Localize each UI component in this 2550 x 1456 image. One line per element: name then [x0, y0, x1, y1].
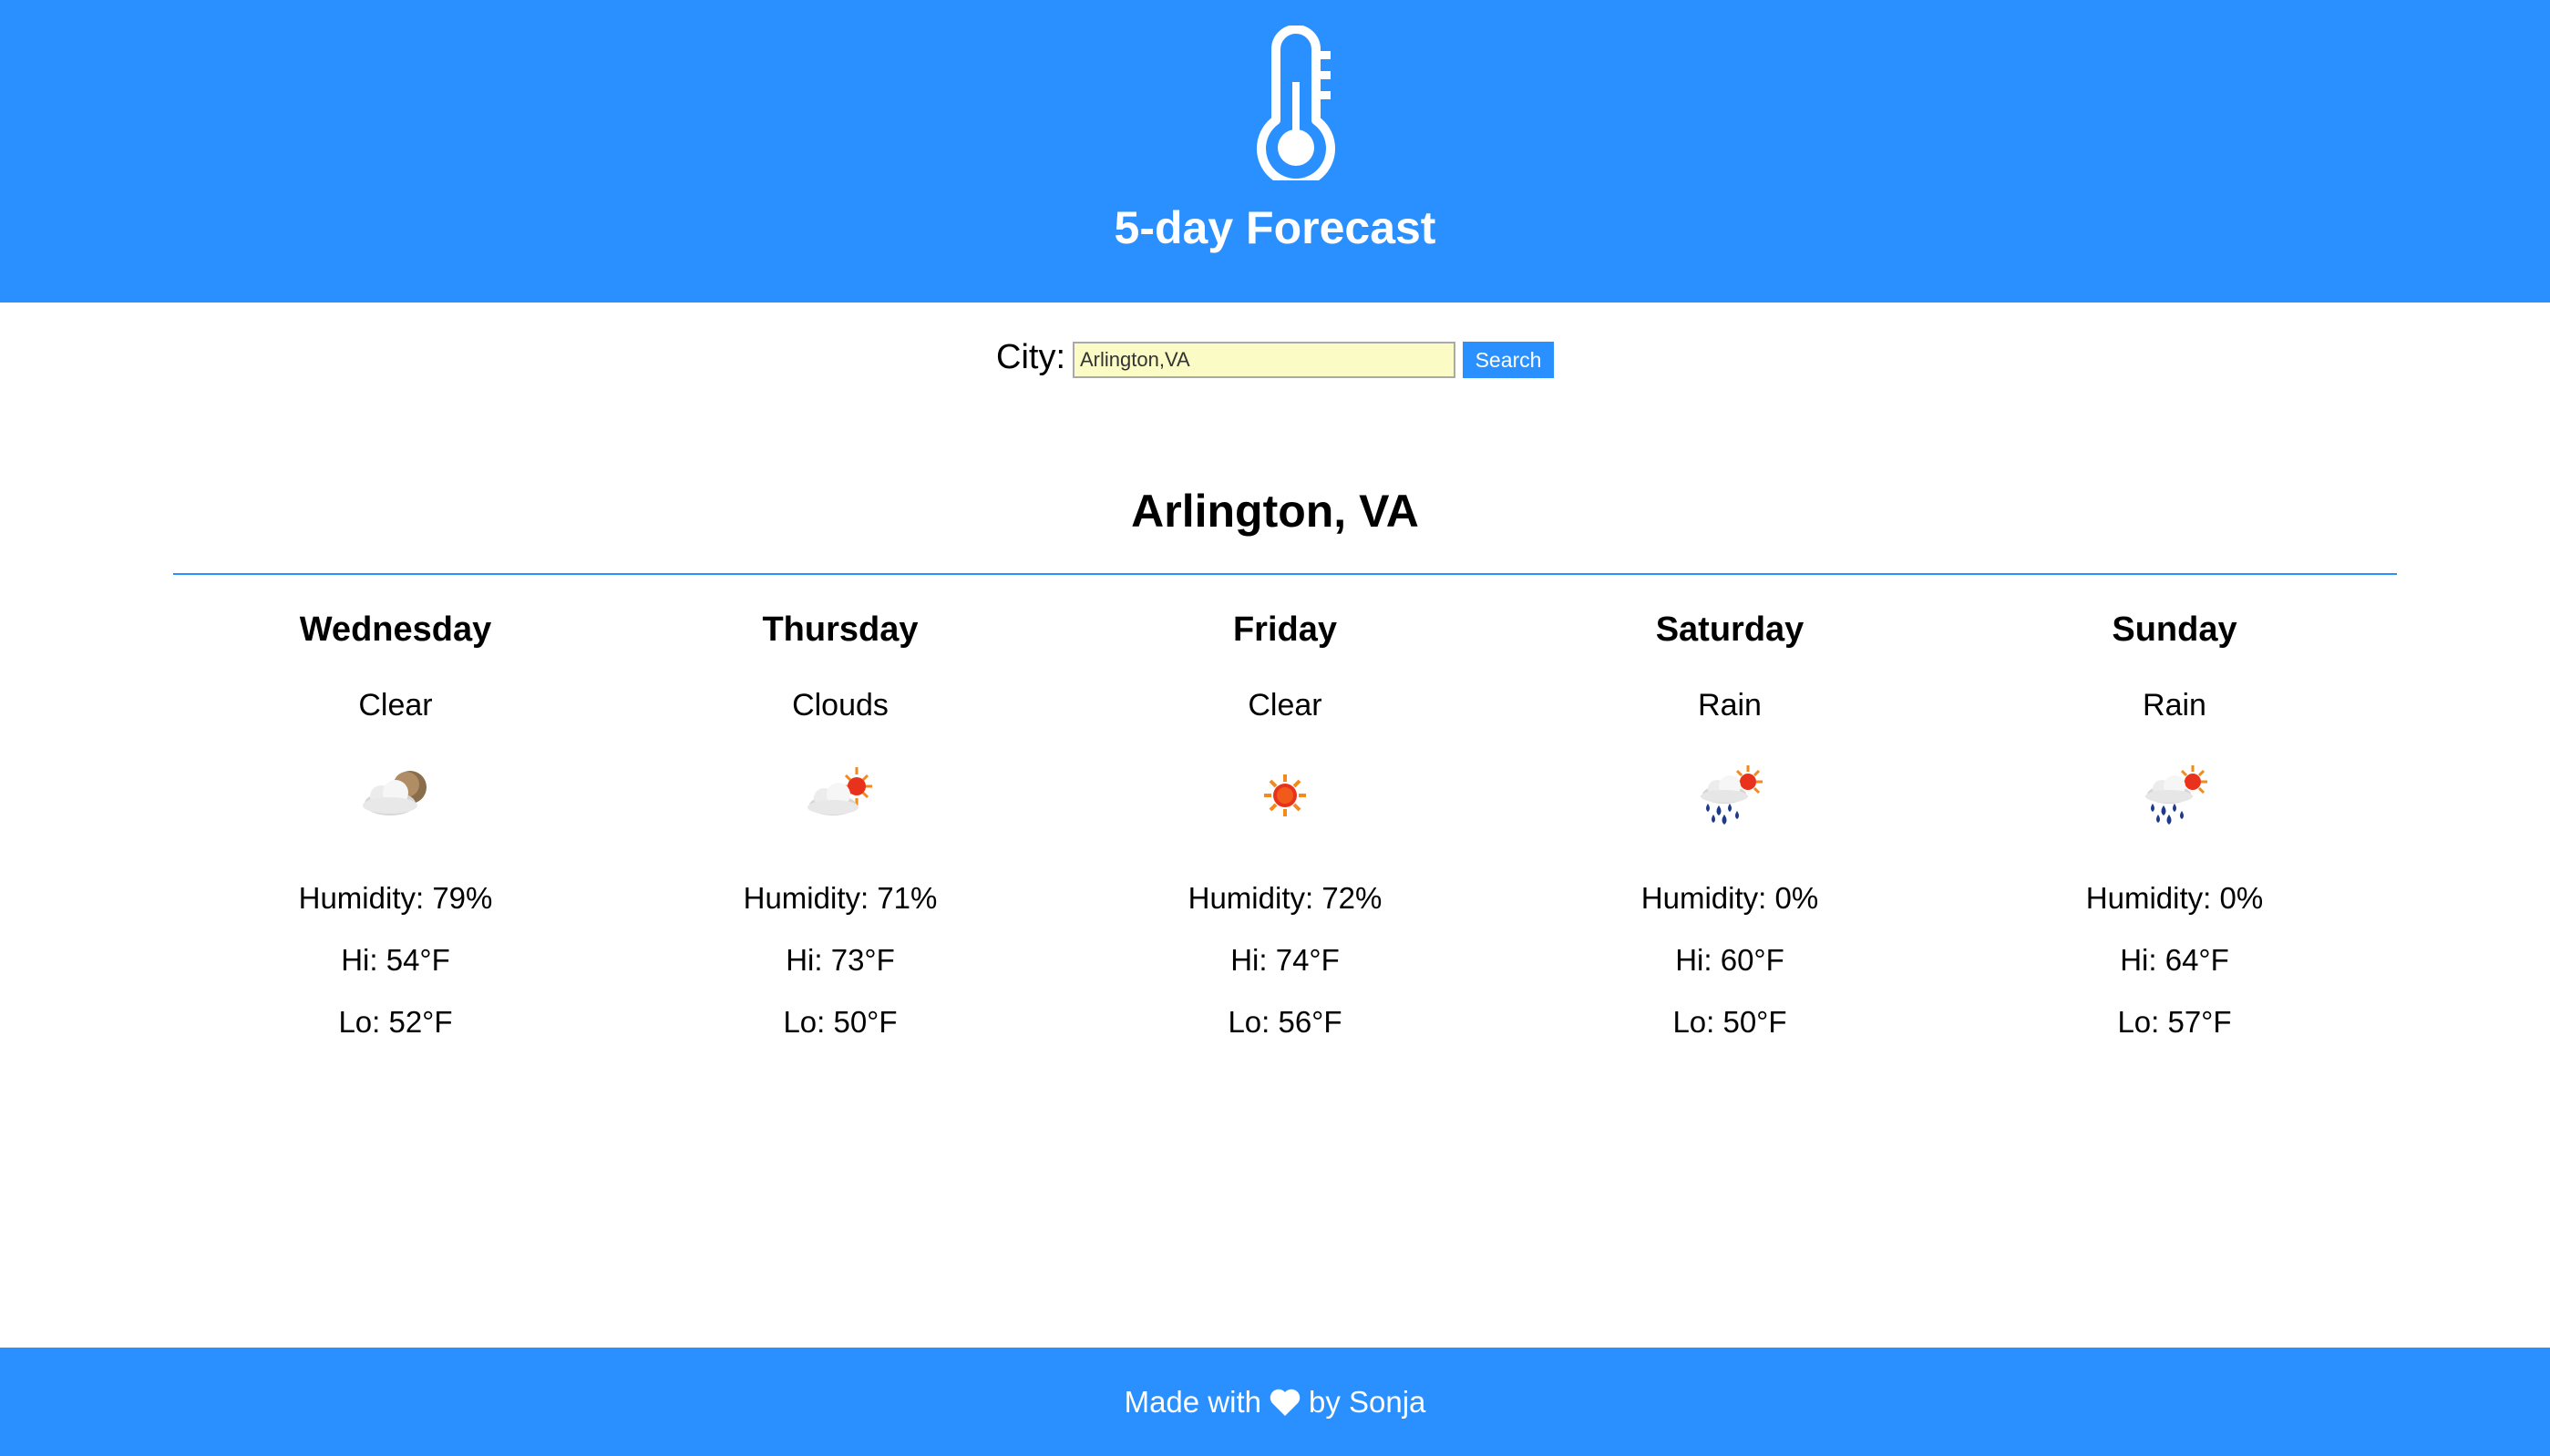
forecast-day: Thursday Clouds Humidity: 71% Hi: 73°F L…	[618, 601, 1063, 1043]
humidity: Humidity: 0%	[2085, 881, 2264, 915]
city-input[interactable]	[1073, 342, 1455, 378]
app-title: 5-day Forecast	[1114, 202, 1436, 253]
day-name: Thursday	[762, 610, 919, 649]
humidity: Humidity: 72%	[1188, 881, 1383, 915]
day-name: Saturday	[1655, 610, 1805, 649]
low-temp: Lo: 56°F	[1228, 1005, 1342, 1039]
forecast-day: Wednesday Clear Humidity: 79% Hi: 54°F L…	[173, 601, 618, 1043]
location-title: Arlington, VA	[1131, 486, 1419, 537]
forecast-list: Wednesday Clear Humidity: 79% Hi: 54°F L…	[173, 601, 2397, 1043]
header: 5-day Forecast	[0, 0, 2550, 302]
cloud-sun-icon	[807, 767, 872, 815]
high-temp: Hi: 64°F	[2120, 943, 2229, 977]
divider	[173, 573, 2397, 575]
search-button[interactable]: Search	[1463, 342, 1554, 378]
high-temp: Hi: 73°F	[786, 943, 895, 977]
low-temp: Lo: 50°F	[783, 1005, 898, 1039]
weather-condition: Rain	[2143, 688, 2206, 723]
thermometer-icon	[1257, 26, 1335, 180]
day-name: Wednesday	[299, 610, 492, 649]
day-name: Friday	[1232, 610, 1338, 649]
low-temp: Lo: 52°F	[338, 1005, 453, 1039]
footer: Made with by Sonja	[0, 1348, 2550, 1456]
low-temp: Lo: 50°F	[1672, 1005, 1787, 1039]
rain-sun-icon	[1701, 765, 1763, 825]
high-temp: Hi: 54°F	[341, 943, 450, 977]
humidity: Humidity: 0%	[1640, 881, 1819, 915]
day-name: Sunday	[2112, 610, 2237, 649]
forecast-day: Saturday Rain Humidity: 0% Hi: 60°F Lo: …	[1507, 601, 1952, 1043]
weather-condition: Rain	[1698, 688, 1762, 723]
footer-prefix: Made with	[1124, 1384, 1261, 1419]
heart-icon	[1270, 1389, 1301, 1416]
weather-condition: Clear	[358, 688, 433, 723]
high-temp: Hi: 74°F	[1230, 943, 1340, 977]
footer-suffix: by Sonja	[1308, 1384, 1426, 1419]
night-cloud-moon-icon	[363, 771, 427, 815]
humidity: Humidity: 79%	[298, 881, 493, 915]
humidity: Humidity: 71%	[743, 881, 938, 915]
rain-sun-icon	[2145, 765, 2207, 825]
forecast-day: Sunday Rain Humidity: 0% Hi: 64°F Lo: 57…	[1952, 601, 2397, 1043]
city-label: City:	[996, 338, 1065, 376]
high-temp: Hi: 60°F	[1675, 943, 1784, 977]
weather-condition: Clouds	[792, 688, 889, 723]
forecast-day: Friday Clear Humidity: 72% Hi: 74°F Lo: …	[1063, 601, 1507, 1043]
sun-icon	[1264, 774, 1306, 816]
weather-condition: Clear	[1248, 688, 1322, 723]
search-form: City: Search	[0, 332, 2550, 383]
low-temp: Lo: 57°F	[2117, 1005, 2232, 1039]
